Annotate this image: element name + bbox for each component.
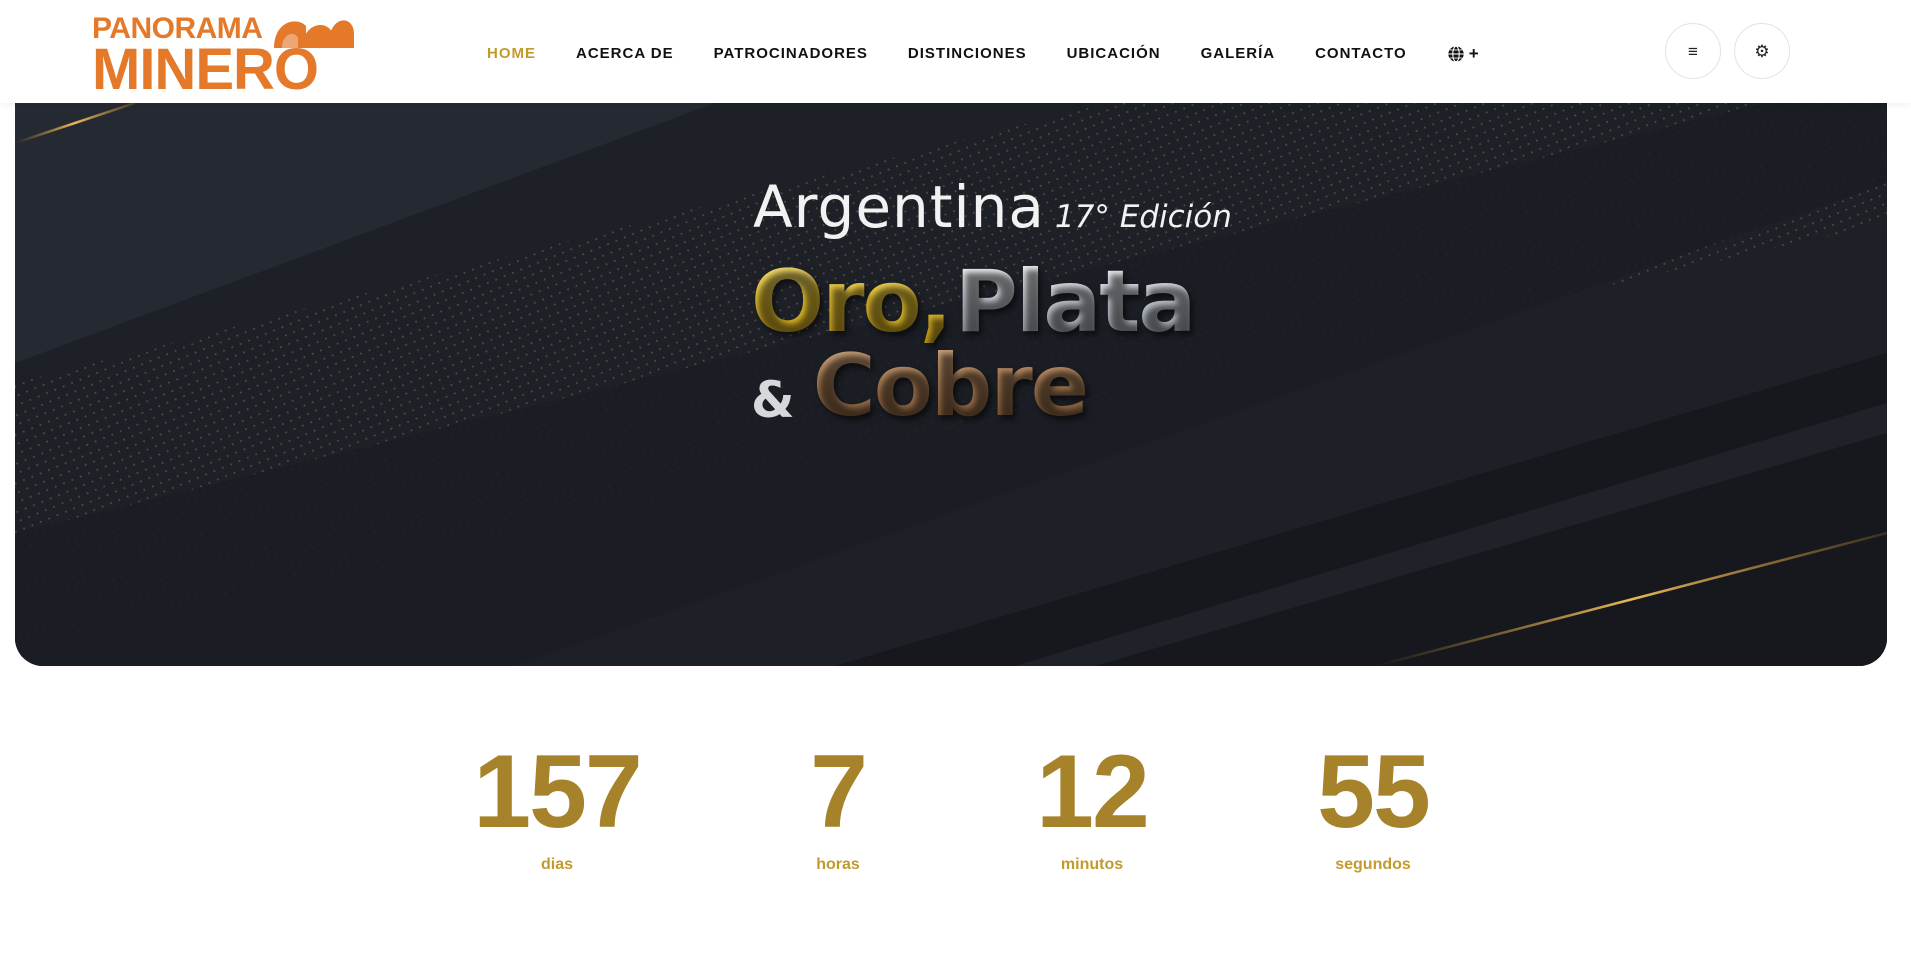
nav-galeria[interactable]: GALERÍA bbox=[1201, 44, 1276, 64]
countdown-days-label: dias bbox=[540, 856, 573, 873]
nav-contacto[interactable]: CONTACTO bbox=[1315, 44, 1407, 64]
edition-label: 17° Edición bbox=[1054, 199, 1232, 235]
countdown-minutes-label: minutos bbox=[1060, 856, 1124, 873]
gear-icon: ⚙ bbox=[1754, 41, 1770, 61]
menu-button[interactable]: ≡ bbox=[1665, 23, 1721, 79]
nav-home[interactable]: HOME bbox=[487, 44, 536, 64]
ampersand: & bbox=[751, 371, 795, 429]
language-switcher[interactable]: + bbox=[1447, 44, 1479, 64]
country-name: Argentina bbox=[753, 173, 1045, 241]
countdown-minutes-value: 12 bbox=[1036, 734, 1150, 850]
countdown-hours-label: horas bbox=[816, 856, 860, 873]
countdown-days: 157 dias bbox=[447, 740, 667, 874]
nav-ubicacion[interactable]: UBICACIÓN bbox=[1067, 44, 1161, 64]
nav-patrocinadores[interactable]: PATROCINADORES bbox=[714, 44, 868, 64]
site-header: PANORAMA MINERO HOME ACERCA DE PATROCINA… bbox=[0, 0, 1911, 103]
settings-button[interactable]: ⚙ bbox=[1734, 23, 1790, 79]
panorama-minero-logo[interactable]: PANORAMA MINERO bbox=[92, 12, 354, 99]
logo-text-bottom: MINERO bbox=[92, 37, 319, 102]
countdown-seconds-value: 55 bbox=[1317, 734, 1431, 850]
countdown-days-value: 157 bbox=[473, 734, 643, 850]
countdown-hours-value: 7 bbox=[810, 734, 868, 850]
countdown-minutes: 12 minutos bbox=[982, 740, 1202, 874]
countdown-seconds-label: segundos bbox=[1335, 856, 1411, 873]
title-line-cobre: & Cobre bbox=[751, 343, 1089, 429]
globe-icon bbox=[1448, 45, 1464, 63]
countdown-hours: 7 horas bbox=[728, 740, 948, 874]
hero-banner: Argentina 17° Edición Oro, Plata & Cobre bbox=[15, 103, 1887, 666]
event-title: Argentina 17° Edición Oro, Plata & Cobre bbox=[737, 173, 1297, 503]
main-nav: HOME ACERCA DE PATROCINADORES DISTINCION… bbox=[487, 44, 1479, 64]
title-line-metals: Oro, Plata bbox=[751, 259, 1196, 345]
countdown-seconds: 55 segundos bbox=[1263, 740, 1483, 874]
nav-distinciones[interactable]: DISTINCIONES bbox=[908, 44, 1027, 64]
title-line-country: Argentina 17° Edición bbox=[753, 173, 1232, 241]
countdown-timer: 157 dias 7 horas 12 minutos 55 segundos bbox=[0, 740, 1911, 880]
word-cobre: Cobre bbox=[812, 336, 1089, 436]
hamburger-icon: ≡ bbox=[1688, 41, 1698, 61]
nav-acerca-de[interactable]: ACERCA DE bbox=[576, 44, 674, 64]
language-plus: + bbox=[1468, 44, 1479, 63]
